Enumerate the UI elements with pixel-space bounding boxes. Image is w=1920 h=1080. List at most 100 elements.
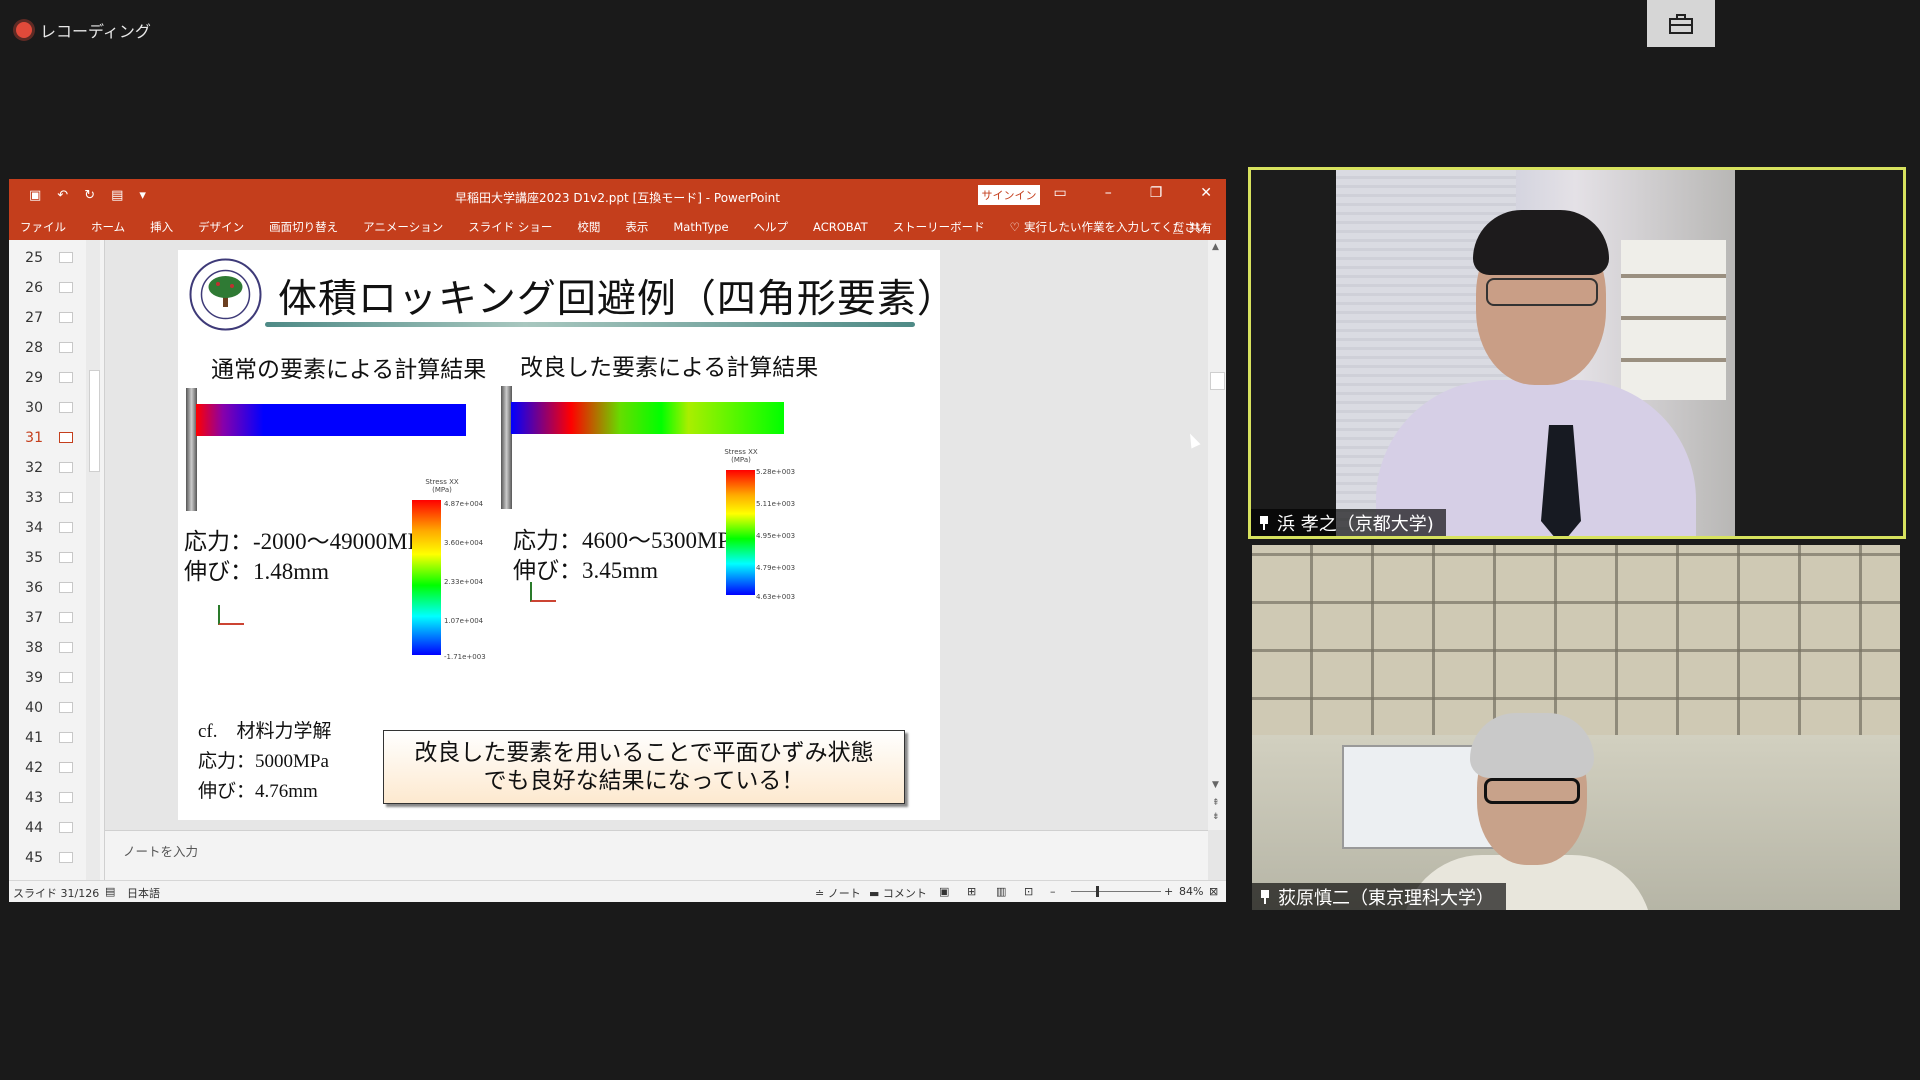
slide-number: 34 bbox=[25, 519, 43, 536]
slide-thumbnail-icon bbox=[59, 792, 73, 803]
zoom-slider[interactable] bbox=[1071, 891, 1161, 892]
slide-sorter-icon[interactable]: ⊞ bbox=[967, 885, 976, 898]
thumbnail-29[interactable]: 29 bbox=[9, 363, 81, 392]
tab-file[interactable]: ファイル bbox=[20, 219, 66, 235]
thumbnail-25[interactable]: 25 bbox=[9, 243, 81, 272]
tab-view[interactable]: 表示 bbox=[625, 219, 648, 235]
tab-help[interactable]: ヘルプ bbox=[754, 219, 789, 235]
zoom-slider-thumb[interactable] bbox=[1096, 886, 1099, 897]
normal-view-icon[interactable]: ▣ bbox=[939, 885, 949, 898]
slide-number: 43 bbox=[25, 789, 43, 806]
thumbnail-38[interactable]: 38 bbox=[9, 633, 81, 662]
slide-thumbnail-icon bbox=[59, 522, 73, 533]
tab-transitions[interactable]: 画面切り替え bbox=[269, 219, 338, 235]
legend-tick: 5.28e+003 bbox=[756, 468, 796, 476]
slide-number: 45 bbox=[25, 849, 43, 866]
close-icon[interactable]: ✕ bbox=[1200, 185, 1212, 201]
thumbnail-33[interactable]: 33 bbox=[9, 483, 81, 512]
university-seal-logo bbox=[189, 258, 262, 331]
zoom-level[interactable]: 84% bbox=[1179, 885, 1203, 898]
thumbnail-32[interactable]: 32 bbox=[9, 453, 81, 482]
slide-number: 29 bbox=[25, 369, 43, 386]
scrollbar-thumb[interactable] bbox=[89, 370, 100, 472]
tab-insert[interactable]: 挿入 bbox=[150, 219, 173, 235]
notes-toggle-label: ノート bbox=[827, 887, 861, 900]
tab-review[interactable]: 校閲 bbox=[577, 219, 600, 235]
comments-toggle[interactable]: ▬ コメント bbox=[869, 885, 927, 901]
tab-storyboard[interactable]: ストーリーボード bbox=[893, 219, 985, 235]
thumbnail-43[interactable]: 43 bbox=[9, 783, 81, 812]
thumbnail-36[interactable]: 36 bbox=[9, 573, 81, 602]
thumbnail-31[interactable]: 31 bbox=[9, 423, 81, 452]
previous-slide-icon[interactable]: ⇞ bbox=[1212, 798, 1220, 808]
reference-label: cf. 材料力学解 bbox=[198, 721, 332, 742]
thumbnail-26[interactable]: 26 bbox=[9, 273, 81, 302]
slideshow-view-icon[interactable]: ⊡ bbox=[1024, 885, 1033, 898]
slide-scrollbar[interactable]: ▲ ▼ ⇞ ⇟ bbox=[1208, 240, 1226, 830]
slide-number: 39 bbox=[25, 669, 43, 686]
thumbnail-37[interactable]: 37 bbox=[9, 603, 81, 632]
tab-mathtype[interactable]: MathType bbox=[673, 220, 728, 234]
restore-icon[interactable]: ❐ bbox=[1150, 185, 1163, 201]
right-heading: 改良した要素による計算結果 bbox=[520, 355, 819, 381]
slide-thumbnail-icon bbox=[59, 462, 73, 473]
notes-toggle[interactable]: ≐ ノート bbox=[815, 885, 861, 901]
ribbon-tabs: ファイル ホーム 挿入 デザイン 画面切り替え アニメーション スライド ショー… bbox=[9, 214, 1226, 240]
language-label[interactable]: 日本語 bbox=[127, 885, 160, 901]
powerpoint-window: ▣ ↶ ↻ ▤ ▾ 早稲田大学講座2023 D1v2.ppt [互換モード] -… bbox=[9, 179, 1226, 902]
conclusion-callout: 改良した要素を用いることで平面ひずみ状態 でも良好な結果になっている！ bbox=[383, 730, 905, 804]
slide-canvas[interactable]: 体積ロッキング回避例（四角形要素） 通常の要素による計算結果 応力：-2000～… bbox=[178, 250, 956, 820]
zoom-out-icon[interactable]: – bbox=[1050, 885, 1056, 898]
notes-pane[interactable]: ノートを入力 bbox=[105, 830, 1208, 881]
ribbon-display-icon[interactable]: ▭ bbox=[1053, 185, 1066, 201]
slide-thumbnail-icon bbox=[59, 312, 73, 323]
thumbnail-41[interactable]: 41 bbox=[9, 723, 81, 752]
slide-number: 28 bbox=[25, 339, 43, 356]
tab-slideshow[interactable]: スライド ショー bbox=[468, 219, 552, 235]
tab-design[interactable]: デザイン bbox=[198, 219, 244, 235]
thumbnail-35[interactable]: 35 bbox=[9, 543, 81, 572]
tab-acrobat[interactable]: ACROBAT bbox=[813, 220, 868, 234]
participant-name: 浜 孝之（京都大学) bbox=[1277, 513, 1434, 535]
slide-thumbnail-icon bbox=[59, 372, 73, 383]
toolbox-button[interactable] bbox=[1647, 0, 1715, 47]
participant-hair bbox=[1470, 713, 1594, 778]
thumbnail-30[interactable]: 30 bbox=[9, 393, 81, 422]
slide-thumbnail-pane: 25 26 27 28 29 30 31 32 33 34 35 36 37 3… bbox=[9, 240, 105, 880]
thumbnail-40[interactable]: 40 bbox=[9, 693, 81, 722]
thumbnail-42[interactable]: 42 bbox=[9, 753, 81, 782]
slide-number: 30 bbox=[25, 399, 43, 416]
scroll-down-icon[interactable]: ▼ bbox=[1212, 780, 1219, 790]
zoom-in-icon[interactable]: + bbox=[1164, 885, 1173, 898]
tab-home[interactable]: ホーム bbox=[91, 219, 125, 235]
thumbnail-scrollbar[interactable] bbox=[86, 240, 100, 880]
spellcheck-icon[interactable]: ▤ bbox=[105, 885, 115, 898]
callout-line-1: 改良した要素を用いることで平面ひずみ状態 bbox=[414, 740, 874, 766]
scroll-up-icon[interactable]: ▲ bbox=[1212, 242, 1219, 252]
video-tile-participant-2[interactable]: 荻原慎二（東京理科大学） bbox=[1252, 545, 1900, 910]
participant-name: 荻原慎二（東京理科大学） bbox=[1278, 887, 1494, 909]
tab-animations[interactable]: アニメーション bbox=[363, 219, 443, 235]
minimize-icon[interactable]: – bbox=[1105, 185, 1112, 201]
callout-line-2: でも良好な結果になっている！ bbox=[483, 768, 805, 794]
thumbnail-44[interactable]: 44 bbox=[9, 813, 81, 842]
thumbnail-28[interactable]: 28 bbox=[9, 333, 81, 362]
video-tile-participant-1[interactable]: 浜 孝之（京都大学) bbox=[1248, 167, 1906, 539]
legend-tick: 4.95e+003 bbox=[756, 532, 796, 540]
scrollbar-thumb[interactable] bbox=[1210, 372, 1225, 390]
thumbnail-39[interactable]: 39 bbox=[9, 663, 81, 692]
window-title: 早稲田大学講座2023 D1v2.ppt [互換モード] - PowerPoin… bbox=[455, 191, 780, 205]
signin-button[interactable]: サインイン bbox=[978, 185, 1040, 205]
participant-glasses bbox=[1484, 778, 1580, 804]
right-axis-triad bbox=[530, 582, 556, 602]
reading-view-icon[interactable]: ▥ bbox=[996, 885, 1006, 898]
thumbnail-45[interactable]: 45 bbox=[9, 843, 81, 872]
fit-to-window-icon[interactable]: ⊠ bbox=[1209, 885, 1218, 898]
share-button[interactable]: 👤︎ 共有 bbox=[1171, 220, 1212, 236]
slide-number: 40 bbox=[25, 699, 43, 716]
thumbnail-27[interactable]: 27 bbox=[9, 303, 81, 332]
legend-title: Stress XX (MPa) bbox=[425, 478, 459, 494]
slide-thumbnail-icon bbox=[59, 852, 73, 863]
thumbnail-34[interactable]: 34 bbox=[9, 513, 81, 542]
next-slide-icon[interactable]: ⇟ bbox=[1212, 812, 1220, 822]
